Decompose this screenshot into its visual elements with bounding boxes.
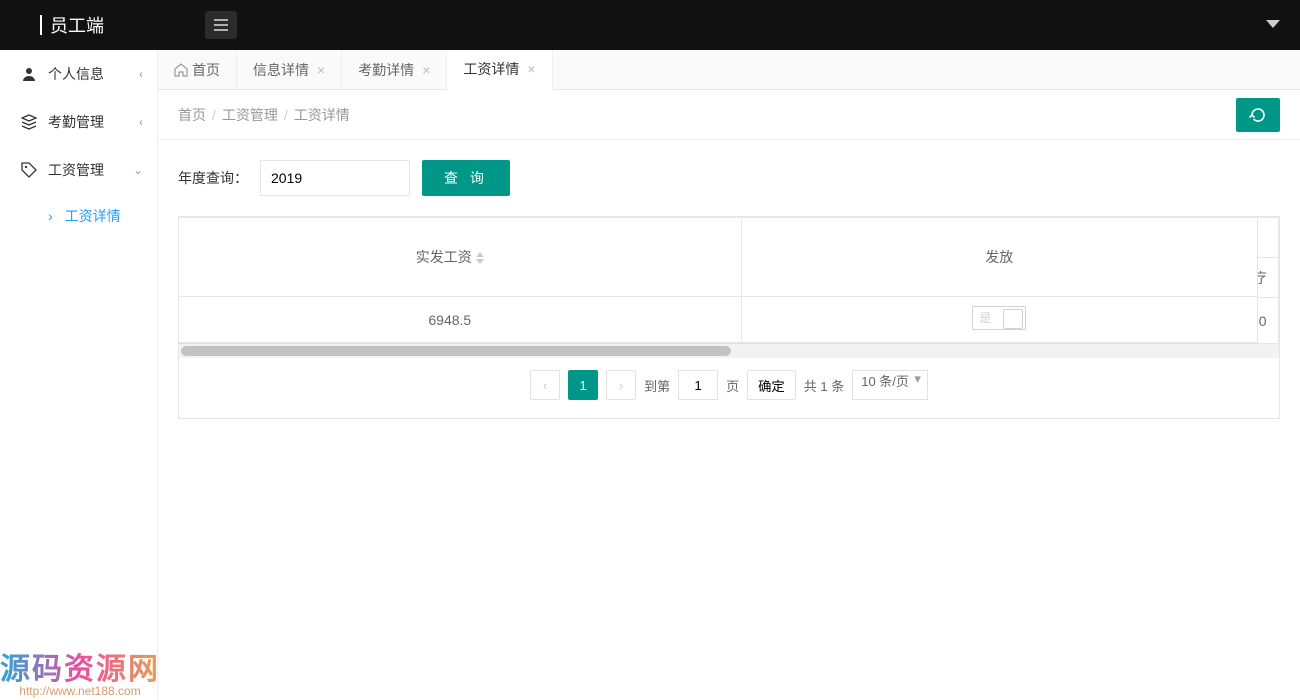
tab-salary-detail[interactable]: 工资详情 × [447, 50, 552, 90]
pager-total: 共 1 条 [804, 376, 844, 395]
sidebar-item-salary[interactable]: 工资管理 ⌄ [0, 146, 157, 194]
page-number-button[interactable]: 1 [568, 370, 598, 400]
sidebar: 个人信息 ‹ 考勤管理 ‹ 工资管理 ⌄ 工资详情 [0, 50, 158, 700]
query-button[interactable]: 查 询 [422, 160, 510, 196]
cell-paid: 是 [741, 297, 1257, 343]
brand-title: 员工端 [50, 12, 104, 38]
tab-label: 信息详情 [253, 60, 309, 80]
query-bar: 年度查询： 查 询 [158, 140, 1300, 216]
close-icon[interactable]: × [422, 62, 430, 78]
sidebar-item-profile[interactable]: 个人信息 ‹ [0, 50, 157, 98]
tab-attendance-detail[interactable]: 考勤详情 × [342, 50, 447, 89]
chevron-left-icon: ‹ [139, 67, 143, 81]
tab-bar: 首页 信息详情 × 考勤详情 × 工资详情 × [158, 50, 1300, 90]
pagination: ‹ 1 › 到第 页 确定 共 1 条 10 条/页 [179, 358, 1279, 418]
sidebar-item-attendance[interactable]: 考勤管理 ‹ [0, 98, 157, 146]
watermark-title: 源码资源网 [0, 644, 160, 688]
close-icon[interactable]: × [527, 61, 535, 77]
col-net[interactable]: 实发工资 [416, 249, 472, 265]
pager-unit: 页 [726, 376, 739, 395]
sort-icon[interactable] [476, 252, 484, 264]
page-size-select[interactable]: 10 条/页 [852, 370, 928, 400]
layers-icon [20, 113, 38, 131]
top-bar: 员工端 [0, 0, 1300, 50]
chevron-down-icon: ⌄ [133, 163, 143, 177]
paid-switch[interactable]: 是 [972, 306, 1026, 330]
scrollbar-thumb[interactable] [181, 346, 731, 356]
year-input[interactable] [260, 160, 410, 196]
tab-label: 首页 [192, 60, 220, 80]
page-go-button[interactable]: 确定 [747, 370, 796, 400]
sidebar-item-label: 考勤管理 [48, 112, 104, 132]
table-row: 6948.5 是 [178, 297, 1258, 343]
sidebar-subitem-label: 工资详情 [65, 206, 121, 226]
breadcrumb-home[interactable]: 首页 [178, 107, 206, 123]
tag-icon [20, 161, 38, 179]
page-prev-button[interactable]: ‹ [530, 370, 560, 400]
brand-separator-icon [40, 15, 42, 35]
tab-home[interactable]: 首页 [158, 50, 237, 89]
col-paid: 发放 [741, 218, 1257, 297]
breadcrumb-bar: 首页/工资管理/工资详情 [158, 90, 1300, 140]
user-icon [20, 65, 38, 83]
tab-info-detail[interactable]: 信息详情 × [237, 50, 342, 89]
watermark: 源码资源网 http://www.net188.com [0, 644, 160, 698]
brand: 员工端 [0, 12, 195, 38]
cell-net: 6948.5 [178, 297, 741, 343]
pager-goto-label: 到第 [644, 376, 670, 395]
query-label: 年度查询： [178, 168, 248, 188]
horizontal-scrollbar[interactable] [179, 344, 1279, 358]
refresh-button[interactable] [1236, 98, 1280, 132]
menu-toggle-button[interactable] [205, 11, 237, 39]
home-icon [174, 63, 188, 77]
watermark-url: http://www.net188.com [0, 684, 160, 698]
close-icon[interactable]: × [317, 62, 325, 78]
sidebar-item-label: 工资管理 [48, 160, 104, 180]
sidebar-subitem-salary-detail[interactable]: 工资详情 [0, 194, 157, 238]
tab-label: 考勤详情 [358, 60, 414, 80]
sidebar-item-label: 个人信息 [48, 64, 104, 84]
user-menu-caret-icon[interactable] [1266, 20, 1280, 28]
chevron-left-icon: ‹ [139, 115, 143, 129]
table-fixed-right: 实发工资 发放 6948.5 是 [178, 217, 1258, 343]
refresh-icon [1249, 106, 1267, 124]
page-goto-input[interactable] [678, 370, 718, 400]
breadcrumb-page: 工资详情 [294, 107, 350, 123]
page-next-button[interactable]: › [606, 370, 636, 400]
tab-label: 工资详情 [463, 59, 519, 79]
breadcrumb: 首页/工资管理/工资详情 [178, 105, 1236, 125]
salary-table: 月份 应发工资 基本工资 其他工资 补贴 奖金 餐饮 岗位 交通 [178, 216, 1280, 419]
breadcrumb-section[interactable]: 工资管理 [222, 107, 278, 123]
